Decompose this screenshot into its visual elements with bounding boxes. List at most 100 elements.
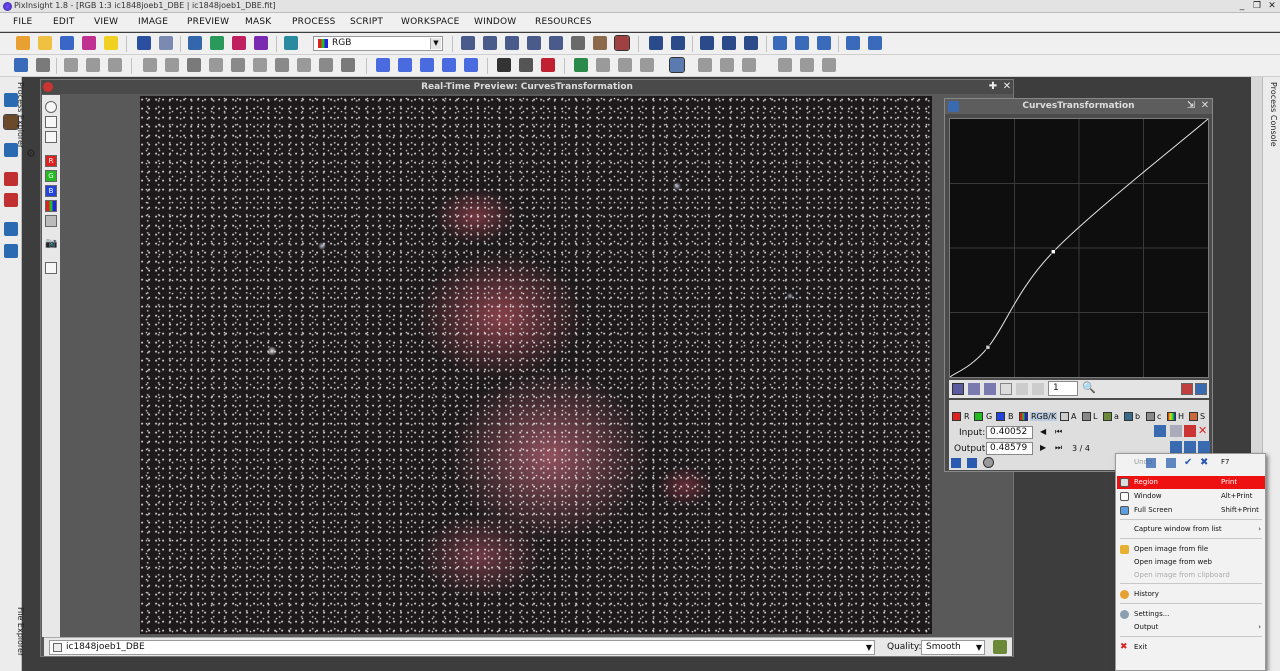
pan-icon[interactable]: [1016, 383, 1028, 395]
channel-l-checkbox[interactable]: [1082, 412, 1091, 421]
square-icon[interactable]: [45, 131, 57, 143]
menu-preview[interactable]: PREVIEW: [187, 17, 229, 27]
nebula-image[interactable]: [140, 96, 932, 634]
mask-view-icon[interactable]: [187, 58, 201, 72]
reset-icon[interactable]: ✕: [1198, 424, 1207, 437]
process-icon[interactable]: [698, 58, 712, 72]
preview-toggle-icon[interactable]: [983, 457, 994, 468]
process-explorer-tab[interactable]: Process Explorer: [16, 82, 25, 148]
mask-icon[interactable]: [254, 36, 268, 50]
zoom-1-3-icon[interactable]: [744, 36, 758, 50]
view-icon[interactable]: [86, 58, 100, 72]
curve-control-point[interactable]: [985, 345, 991, 350]
quality-select[interactable]: Smooth ▼: [921, 640, 985, 655]
interp-linear-icon[interactable]: [1198, 441, 1210, 453]
channel-a-checkbox[interactable]: [1060, 412, 1069, 421]
copy-icon[interactable]: [188, 36, 202, 50]
next-point-icon[interactable]: ▶: [1040, 443, 1046, 452]
mirror-icon[interactable]: [464, 58, 478, 72]
fit-window-icon[interactable]: [868, 36, 882, 50]
explorer-icon[interactable]: [14, 58, 28, 72]
channel-h-checkbox[interactable]: [1167, 412, 1176, 421]
prev-point-icon[interactable]: ◀: [1040, 427, 1046, 436]
close-icon[interactable]: ✕: [1199, 100, 1211, 112]
record-icon[interactable]: [43, 82, 53, 92]
minimize-button[interactable]: _: [1236, 1, 1248, 12]
menu-item-open-file[interactable]: Open image from file: [1117, 543, 1265, 556]
format-explorer-icon[interactable]: [4, 193, 18, 207]
view-select[interactable]: ic1848joeb1_DBE ▼: [49, 640, 875, 655]
zoom-spinbox[interactable]: 1: [1048, 381, 1078, 396]
file-explorer-tab[interactable]: File Explorer: [16, 607, 25, 656]
grid-icon[interactable]: [1195, 383, 1207, 395]
menu-item-region[interactable]: Region Print: [1117, 476, 1265, 489]
image-tool-icon[interactable]: [614, 35, 630, 51]
menu-view[interactable]: VIEW: [94, 17, 118, 27]
rotate-icon[interactable]: [398, 58, 412, 72]
undo-icon[interactable]: [137, 36, 151, 50]
menu-file[interactable]: FILE: [13, 17, 32, 27]
favorites-icon[interactable]: [4, 244, 18, 258]
mask-view-icon[interactable]: [209, 58, 223, 72]
channel-gray-button[interactable]: [45, 215, 57, 227]
close-icon[interactable]: ✕: [1001, 81, 1013, 93]
menu-image[interactable]: IMAGE: [138, 17, 168, 27]
mask-view-icon[interactable]: [143, 58, 157, 72]
zoom-out-max-icon[interactable]: [505, 36, 519, 50]
process-icon[interactable]: [618, 58, 632, 72]
color-icon[interactable]: [541, 58, 555, 72]
delete-mode-icon[interactable]: [984, 383, 996, 395]
first-point-icon[interactable]: ⏮: [1055, 427, 1062, 437]
preview-edit-icon[interactable]: [817, 36, 831, 50]
mirror-icon[interactable]: [442, 58, 456, 72]
menu-item-fullscreen[interactable]: Full Screen Shift+Print: [1117, 504, 1265, 517]
menu-item-open-clipboard[interactable]: Open image from clipboard: [1117, 569, 1265, 582]
select-icon[interactable]: [773, 36, 787, 50]
zoom-out-icon[interactable]: [671, 36, 685, 50]
zoom-fit-icon[interactable]: [483, 36, 497, 50]
readout-icon[interactable]: [571, 36, 585, 50]
channel-b-button[interactable]: B: [45, 185, 57, 197]
process-icon[interactable]: [596, 58, 610, 72]
pan-icon[interactable]: [461, 36, 475, 50]
output-field[interactable]: 0.48579: [986, 442, 1033, 455]
rotate-icon[interactable]: [420, 58, 434, 72]
process-icon[interactable]: [574, 58, 588, 72]
mask-view-icon[interactable]: [297, 58, 311, 72]
channel-b-checkbox[interactable]: [996, 412, 1005, 421]
menu-item-settings[interactable]: Settings...: [1117, 608, 1265, 621]
close-button[interactable]: ✕: [1266, 1, 1278, 12]
mask-view-icon[interactable]: [165, 58, 179, 72]
process-icon[interactable]: [720, 58, 734, 72]
new-image-icon[interactable]: [16, 36, 30, 50]
mask-view-icon[interactable]: [319, 58, 333, 72]
stf-icon[interactable]: [593, 36, 607, 50]
histogram-icon[interactable]: [519, 58, 533, 72]
zoom-in-icon[interactable]: [649, 36, 663, 50]
radio-icon[interactable]: [45, 101, 57, 113]
menu-item-history[interactable]: History: [1117, 588, 1265, 601]
mask-view-icon[interactable]: [253, 58, 267, 72]
camera-icon[interactable]: 📷: [45, 238, 57, 250]
zoom-icon[interactable]: 🔍: [1082, 381, 1096, 394]
process-icon[interactable]: [800, 58, 814, 72]
process-console-tab[interactable]: Process Console: [1269, 82, 1278, 147]
channel-r-button[interactable]: R: [45, 155, 57, 167]
mask-view-icon[interactable]: [231, 58, 245, 72]
channel-g-button[interactable]: G: [45, 170, 57, 182]
save-icon[interactable]: [60, 36, 74, 50]
pin-top-icon[interactable]: [1154, 425, 1166, 437]
channel-s-checkbox[interactable]: [1189, 412, 1198, 421]
object-explorer-icon[interactable]: [4, 222, 18, 236]
menu-workspace[interactable]: WORKSPACE: [401, 17, 459, 27]
move-icon[interactable]: [527, 36, 541, 50]
channel-c-checkbox[interactable]: [1146, 412, 1155, 421]
menu-item-capture-list[interactable]: Capture window from list ›: [1117, 523, 1265, 536]
new-instance-icon[interactable]: [951, 458, 961, 468]
move-icon[interactable]: [1032, 383, 1044, 395]
interp-cubic-icon[interactable]: [1184, 441, 1196, 453]
menu-item-open-web[interactable]: Open image from web: [1117, 556, 1265, 569]
menu-item-exit[interactable]: ✖ Exit: [1117, 641, 1265, 654]
menu-edit[interactable]: EDIT: [53, 17, 75, 27]
menu-process[interactable]: PROCESS: [292, 17, 336, 27]
